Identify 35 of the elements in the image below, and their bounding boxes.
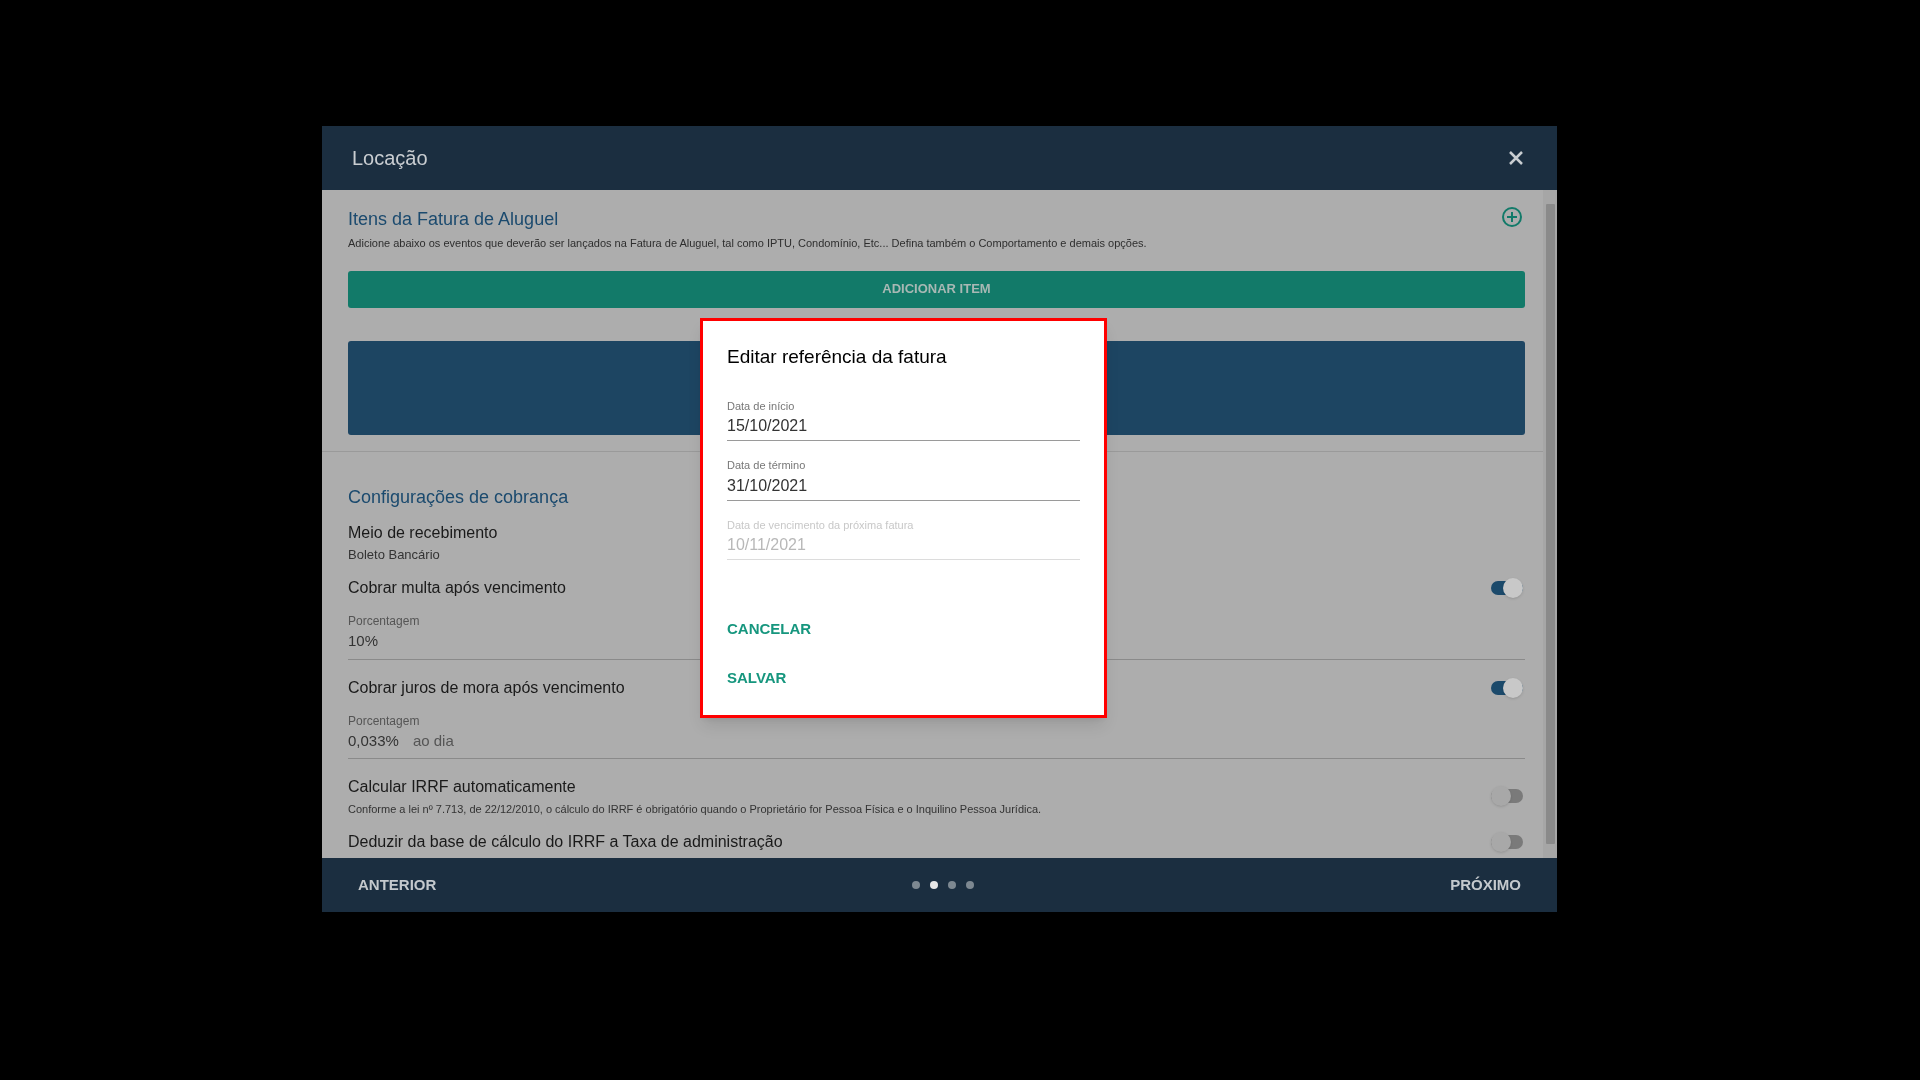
close-icon[interactable]: [1508, 150, 1524, 166]
setting-label: Meio de recebimento: [348, 522, 498, 543]
dialog-action-button[interactable]: SALVAR: [727, 666, 787, 689]
field-value: 31/10/2021: [727, 475, 808, 496]
toggle-switch[interactable]: [1491, 786, 1523, 807]
section-title: Itens da Fatura de Aluguel: [348, 208, 560, 231]
window-title: Locação: [352, 146, 428, 171]
date-field[interactable]: Data de término 31/10/2021: [727, 457, 1080, 501]
dialog-action-button[interactable]: CANCELAR: [727, 618, 812, 641]
field-label: Porcentagem: [348, 613, 420, 630]
toggle-switch[interactable]: [1491, 578, 1523, 598]
field-label: Data de término: [727, 458, 806, 473]
next-button[interactable]: PRÓXIMO: [1450, 873, 1521, 897]
date-field[interactable]: Data de início 15/10/2021: [727, 397, 1080, 441]
field-label: Porcentagem: [348, 712, 420, 730]
section-title: Configurações de cobrança: [348, 485, 569, 509]
field-value: 0,033%: [348, 730, 399, 751]
field-value: 10/11/2021: [727, 535, 806, 555]
setting-description: Conforme a lei nº 7.713, de 22/12/2010, o cálculo do IRRF é obrigatório quando o Proprietário for Pessoa Física e o Inquilino Pessoa Jurídica.: [348, 802, 1042, 817]
previous-button[interactable]: ANTERIOR: [358, 873, 437, 897]
add-circle-icon[interactable]: [1501, 206, 1523, 228]
field-suffix: ao dia: [412, 730, 454, 751]
toggle-switch[interactable]: [1491, 677, 1523, 698]
field-label: Data de início: [727, 398, 795, 414]
dialog-title: Editar referência da fatura: [727, 345, 948, 369]
scrollbar[interactable]: [1543, 190, 1557, 858]
setting-label: Cobrar multa após vencimento: [348, 578, 566, 598]
field-value: 15/10/2021: [727, 416, 808, 436]
setting-label: Cobrar juros de mora após vencimento: [348, 677, 625, 698]
setting-label: Deduzir da base de cálculo do IRRF a Taxa de administração: [348, 831, 783, 852]
setting-value: Boleto Bancário: [348, 545, 440, 564]
field-value: 10%: [348, 631, 379, 651]
toggle-switch[interactable]: [1491, 831, 1523, 852]
setting-label: Calcular IRRF automaticamente: [348, 777, 576, 797]
section-description: Adicione abaixo os eventos que deverão ser lançados na Fatura de Aluguel, tal como IPTU, Condomínio, Etc... Defina também o Comportamento e demais opções.: [348, 236, 1147, 251]
